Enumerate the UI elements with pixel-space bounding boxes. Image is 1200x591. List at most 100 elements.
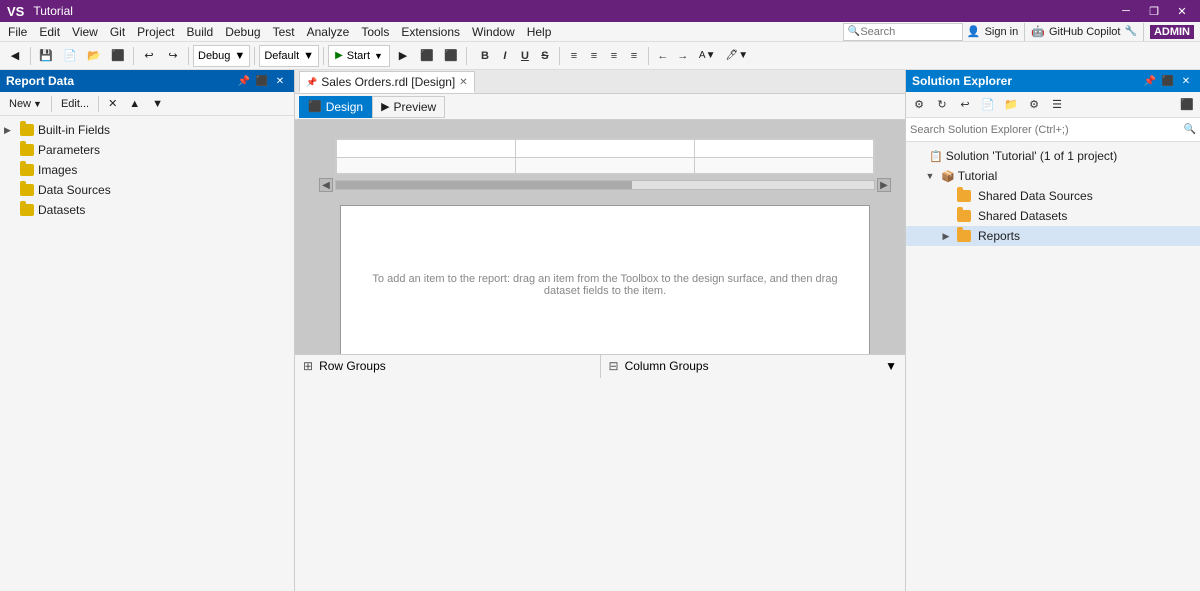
tree-item-builtin-fields[interactable]: ▶ Built-in Fields [0, 120, 294, 140]
se-reports-label: Reports [978, 229, 1020, 243]
admin-badge: ADMIN [1150, 25, 1194, 39]
se-solution-item[interactable]: 📋 Solution 'Tutorial' (1 of 1 project) [906, 146, 1200, 166]
tab-sales-orders[interactable]: 📌 Sales Orders.rdl [Design] ✕ [299, 71, 475, 93]
highlight-button[interactable]: 🖊▼ [722, 45, 753, 67]
scroll-left-button[interactable]: ◀ [319, 178, 333, 192]
se-filter-button[interactable]: ☰ [1046, 95, 1068, 115]
minimize-button[interactable]: ─ [1112, 0, 1140, 22]
col-groups-arrow-icon[interactable]: ▼ [885, 359, 897, 373]
save-button[interactable]: 💾 [35, 45, 57, 67]
menu-git[interactable]: Git [104, 23, 131, 41]
align-center-button[interactable]: ≡ [584, 46, 604, 66]
menu-help[interactable]: Help [521, 23, 558, 41]
report-data-header: Report Data 📌 ⬛ ✕ [0, 70, 294, 92]
menu-tools[interactable]: Tools [355, 23, 395, 41]
sign-in-button[interactable]: Sign in [985, 26, 1019, 38]
se-float-button[interactable]: ⬛ [1160, 73, 1176, 89]
se-tutorial-item[interactable]: ▼ 📦 Tutorial [906, 166, 1200, 186]
rd-float-button[interactable]: ⬛ [254, 73, 270, 89]
se-search-box[interactable]: 🔍 [906, 118, 1200, 142]
color-button[interactable]: A▼ [695, 45, 720, 67]
se-pin-button[interactable]: 📌 [1142, 73, 1158, 89]
menu-edit[interactable]: Edit [33, 23, 66, 41]
design-canvas[interactable]: ◀ ▶ To add an item to the report: drag a… [295, 120, 905, 354]
save-all-button[interactable]: ⬛ [107, 45, 129, 67]
toolbar-btn4[interactable]: ⬛ [440, 45, 462, 67]
bold-button[interactable]: B [475, 46, 495, 66]
restore-button[interactable]: ❐ [1140, 0, 1168, 22]
se-shared-datasets-item[interactable]: Shared Datasets [906, 206, 1200, 226]
rd-down-button[interactable]: ▼ [147, 94, 168, 114]
open-button[interactable]: 📂 [83, 45, 105, 67]
se-refresh-button[interactable]: ↻ [931, 95, 953, 115]
undo-button[interactable]: ↩ [138, 45, 160, 67]
toolbar-btn2[interactable]: ▶ [392, 45, 414, 67]
scrollbar-thumb [336, 181, 632, 189]
design-view-button[interactable]: ⬛ Design [299, 96, 372, 118]
se-folder-button[interactable]: 📁 [1000, 95, 1022, 115]
search-input[interactable] [860, 26, 950, 38]
close-button[interactable]: ✕ [1168, 0, 1196, 22]
report-data-panel: Report Data 📌 ⬛ ✕ New ▼ Edit... ✕ ▲ ▼ ▶ [0, 70, 295, 591]
menu-window[interactable]: Window [466, 23, 521, 41]
menu-build[interactable]: Build [181, 23, 220, 41]
menu-extensions[interactable]: Extensions [395, 23, 466, 41]
underline-button[interactable]: U [515, 46, 535, 66]
new-file-button[interactable]: 📄 [59, 45, 81, 67]
se-shared-datasources-label: Shared Data Sources [978, 189, 1093, 203]
tree-item-parameters[interactable]: Parameters [0, 140, 294, 160]
se-properties-button[interactable]: ⚙ [908, 95, 930, 115]
rd-edit-button[interactable]: Edit... [56, 94, 94, 114]
copilot-button[interactable]: GitHub Copilot [1049, 26, 1121, 38]
chevron-icon: ▼ [922, 171, 938, 181]
toolbar-btn3[interactable]: ⬛ [416, 45, 438, 67]
se-undo-button[interactable]: ↩ [954, 95, 976, 115]
rd-delete-button[interactable]: ✕ [103, 94, 122, 114]
menu-search-box[interactable]: 🔍 [843, 23, 963, 41]
indent-dec-button[interactable]: ← [653, 46, 673, 66]
strikethrough-button[interactable]: S [535, 46, 555, 66]
folder-icon [957, 190, 971, 202]
preview-view-button[interactable]: ▶ Preview [372, 96, 445, 118]
se-reports-item[interactable]: ▶ Reports [906, 226, 1200, 246]
back-button[interactable]: ◀ [4, 45, 26, 67]
rd-new-button[interactable]: New ▼ [4, 94, 47, 114]
start-button[interactable]: ▶ Start ▼ [328, 45, 390, 67]
folder-icon [20, 164, 34, 176]
horizontal-scrollbar[interactable] [335, 180, 875, 190]
tab-close-button[interactable]: ✕ [459, 77, 467, 88]
se-file-button[interactable]: 📄 [977, 95, 999, 115]
rd-up-button[interactable]: ▲ [124, 94, 145, 114]
indent-inc-button[interactable]: → [673, 46, 693, 66]
debug-config-dropdown[interactable]: Debug ▼ [193, 45, 250, 67]
se-title: Solution Explorer [912, 74, 1012, 88]
align-justify-button[interactable]: ≡ [624, 46, 644, 66]
se-expand-button[interactable]: ⬛ [1176, 95, 1198, 115]
align-right-button[interactable]: ≡ [604, 46, 624, 66]
platform-dropdown[interactable]: Default ▼ [259, 45, 319, 67]
menu-debug[interactable]: Debug [219, 23, 266, 41]
se-shared-datasources-item[interactable]: Shared Data Sources [906, 186, 1200, 206]
menu-file[interactable]: File [2, 23, 33, 41]
menu-view[interactable]: View [66, 23, 104, 41]
se-close-button[interactable]: ✕ [1178, 73, 1194, 89]
rd-close-button[interactable]: ✕ [272, 73, 288, 89]
folder-icon [20, 124, 34, 136]
se-tree: 📋 Solution 'Tutorial' (1 of 1 project) ▼… [906, 142, 1200, 591]
tree-item-images[interactable]: Images [0, 160, 294, 180]
row-groups-section: ⊞ Row Groups [295, 355, 601, 378]
tree-item-data-sources[interactable]: Data Sources [0, 180, 294, 200]
redo-button[interactable]: ↪ [162, 45, 184, 67]
menu-project[interactable]: Project [131, 23, 180, 41]
italic-button[interactable]: I [495, 46, 515, 66]
se-settings-button[interactable]: ⚙ [1023, 95, 1045, 115]
scroll-right-button[interactable]: ▶ [877, 178, 891, 192]
rd-pin-button[interactable]: 📌 [236, 73, 252, 89]
se-search-input[interactable] [910, 124, 1180, 136]
align-left-button[interactable]: ≡ [564, 46, 584, 66]
row-groups-label: Row Groups [319, 359, 386, 373]
menu-test[interactable]: Test [267, 23, 301, 41]
tree-item-datasets[interactable]: Datasets [0, 200, 294, 220]
run-dropdown-icon: ▼ [374, 51, 383, 61]
menu-analyze[interactable]: Analyze [301, 23, 356, 41]
